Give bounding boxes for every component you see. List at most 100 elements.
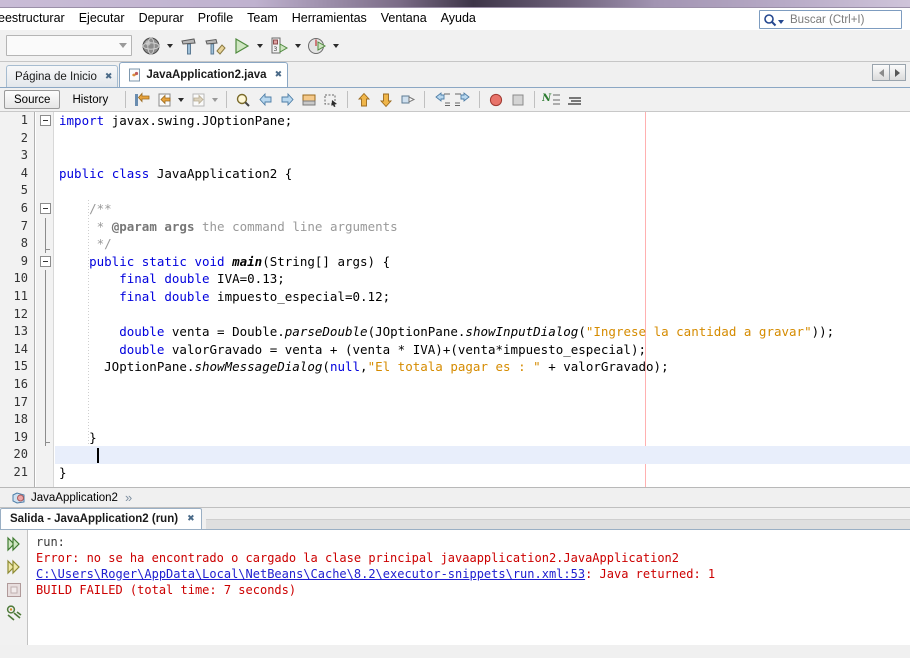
debug-project-dropdown[interactable] (292, 33, 304, 59)
previous-error-icon[interactable] (353, 90, 375, 110)
open-project-dropdown[interactable] (164, 33, 176, 59)
code-token: )); (811, 324, 835, 340)
code-token: double (59, 341, 172, 357)
code-line[interactable]: } (55, 464, 910, 482)
toggle-bookmark-icon[interactable] (298, 90, 320, 110)
shift-right-icon[interactable] (452, 90, 474, 110)
code-editor[interactable]: 1 2 3 4 5 6 7 8 9 10 11 12 13 14 15 16 17 18 19 20 21 import… (0, 112, 910, 488)
rerun-icon[interactable] (3, 533, 25, 555)
menu-item-help[interactable]: Ayuda (434, 8, 483, 29)
toolbar-separator (424, 91, 426, 108)
quick-search-box[interactable]: Buscar (Ctrl+I) (759, 10, 902, 29)
code-line[interactable] (55, 306, 910, 324)
menu-item-window[interactable]: Ventana (374, 8, 434, 29)
code-line[interactable]: double venta = Double.parseDouble(JOptio… (55, 323, 910, 341)
toolbar-separator (479, 91, 481, 108)
menu-item-debug[interactable]: Depurar (132, 8, 191, 29)
menu-item-refactor[interactable]: eestructurar (0, 8, 72, 29)
next-error-icon[interactable] (375, 90, 397, 110)
comment-icon[interactable]: N (540, 90, 562, 110)
code-token: (String[] args) { (262, 253, 391, 269)
code-line[interactable]: double valorGravado = venta + (venta * I… (55, 341, 910, 359)
code-line[interactable]: * @param args the command line arguments (55, 218, 910, 236)
tab-history[interactable]: History (63, 90, 117, 109)
code-line[interactable]: import javax.swing.JOptionPane; (55, 112, 910, 130)
indent-guide (88, 200, 89, 447)
forward-edit-icon[interactable] (187, 90, 209, 110)
uncomment-icon[interactable] (562, 90, 584, 110)
chevron-down-icon[interactable] (778, 19, 784, 24)
code-line[interactable] (55, 411, 910, 429)
fold-toggle-icon[interactable] (40, 203, 51, 214)
close-icon[interactable]: ✖ (105, 72, 112, 82)
clean-and-build-project-button[interactable] (202, 33, 228, 59)
output-body: run: Error: no se ha encontrado o cargado… (0, 530, 910, 645)
code-line[interactable]: JOptionPane.showMessageDialog(null,"El t… (55, 358, 910, 376)
search-input-placeholder[interactable]: Buscar (Ctrl+I) (790, 14, 864, 26)
run-project-dropdown[interactable] (254, 33, 266, 59)
shift-left-icon[interactable] (430, 90, 452, 110)
fold-toggle-icon[interactable] (40, 255, 51, 267)
stop-macro-recording-icon[interactable] (507, 90, 529, 110)
svg-text:N: N (542, 93, 552, 104)
code-line[interactable]: final double impuesto_especial=0.12; (55, 288, 910, 306)
menu-item-team[interactable]: Team (240, 8, 285, 29)
start-macro-recording-icon[interactable] (485, 90, 507, 110)
tab-pagina-de-inicio[interactable]: Página de Inicio ✖ (6, 65, 119, 87)
code-line[interactable] (55, 394, 910, 412)
last-edit-icon[interactable] (131, 90, 153, 110)
code-line[interactable] (55, 446, 910, 464)
tab-javaapplication2-java[interactable]: JavaApplication2.java ✖ (119, 62, 289, 87)
scroll-tabs-left-button[interactable] (872, 64, 889, 81)
close-icon[interactable]: ✖ (275, 70, 282, 80)
output-segment: run: (36, 535, 65, 549)
menu-item-profile[interactable]: Profile (191, 8, 240, 29)
output-text[interactable]: run: Error: no se ha encontrado o cargado… (28, 530, 910, 645)
menu-item-tools[interactable]: Herramientas (285, 8, 374, 29)
back-edit-dropdown[interactable] (175, 87, 187, 113)
code-text-area[interactable]: import javax.swing.JOptionPane; public cl… (55, 112, 910, 487)
forward-edit-dropdown[interactable] (209, 87, 221, 113)
debug-project-button[interactable]: 3 (266, 33, 292, 59)
breadcrumb-label[interactable]: JavaApplication2 (31, 492, 118, 504)
stop-icon[interactable] (3, 579, 25, 601)
code-line[interactable] (55, 130, 910, 148)
previous-bookmark-icon[interactable] (254, 90, 276, 110)
open-project-button[interactable] (138, 33, 164, 59)
code-line[interactable]: public class JavaApplication2 { (55, 165, 910, 183)
code-line[interactable] (55, 147, 910, 165)
project-configuration-combo[interactable] (6, 35, 132, 56)
tab-source[interactable]: Source (4, 90, 61, 109)
run-project-button[interactable] (228, 33, 254, 59)
find-selection-icon[interactable] (232, 90, 254, 110)
code-line[interactable]: public static void main(String[] args) { (55, 253, 910, 271)
search-icon (763, 13, 777, 27)
next-bookmark-icon[interactable] (276, 90, 298, 110)
menu-item-run[interactable]: Ejecutar (72, 8, 132, 29)
scroll-tabs-right-button[interactable] (889, 64, 906, 81)
profile-project-dropdown[interactable] (330, 33, 342, 59)
code-line[interactable] (55, 376, 910, 394)
toggle-rectangular-selection-icon[interactable] (320, 90, 342, 110)
output-line: Error: no se ha encontrado o cargado la … (36, 550, 910, 566)
toggle-highlight-icon[interactable] (397, 90, 419, 110)
code-line[interactable]: /** (55, 200, 910, 218)
chevron-right-icon[interactable]: » (125, 490, 132, 505)
profile-project-button[interactable] (304, 33, 330, 59)
code-line[interactable]: */ (55, 235, 910, 253)
toolbar-separator (347, 91, 349, 108)
output-file-link[interactable]: C:\Users\Roger\AppData\Local\NetBeans\Ca… (36, 567, 585, 581)
code-folding-gutter[interactable] (36, 112, 54, 487)
window-title-bar (0, 0, 910, 8)
tab-output-javaapplication2-run[interactable]: Salida - JavaApplication2 (run) ✖ (0, 508, 202, 529)
main-toolbar: 3 (0, 30, 910, 62)
code-line[interactable]: final double IVA=0.13; (55, 270, 910, 288)
settings-icon[interactable] (3, 602, 25, 624)
code-line[interactable] (55, 182, 910, 200)
build-project-button[interactable] (176, 33, 202, 59)
rerun-alt-icon[interactable] (3, 556, 25, 578)
code-line[interactable]: } (55, 429, 910, 447)
close-icon[interactable]: ✖ (187, 514, 194, 524)
fold-toggle-icon[interactable] (40, 115, 51, 126)
back-edit-icon[interactable] (153, 90, 175, 110)
